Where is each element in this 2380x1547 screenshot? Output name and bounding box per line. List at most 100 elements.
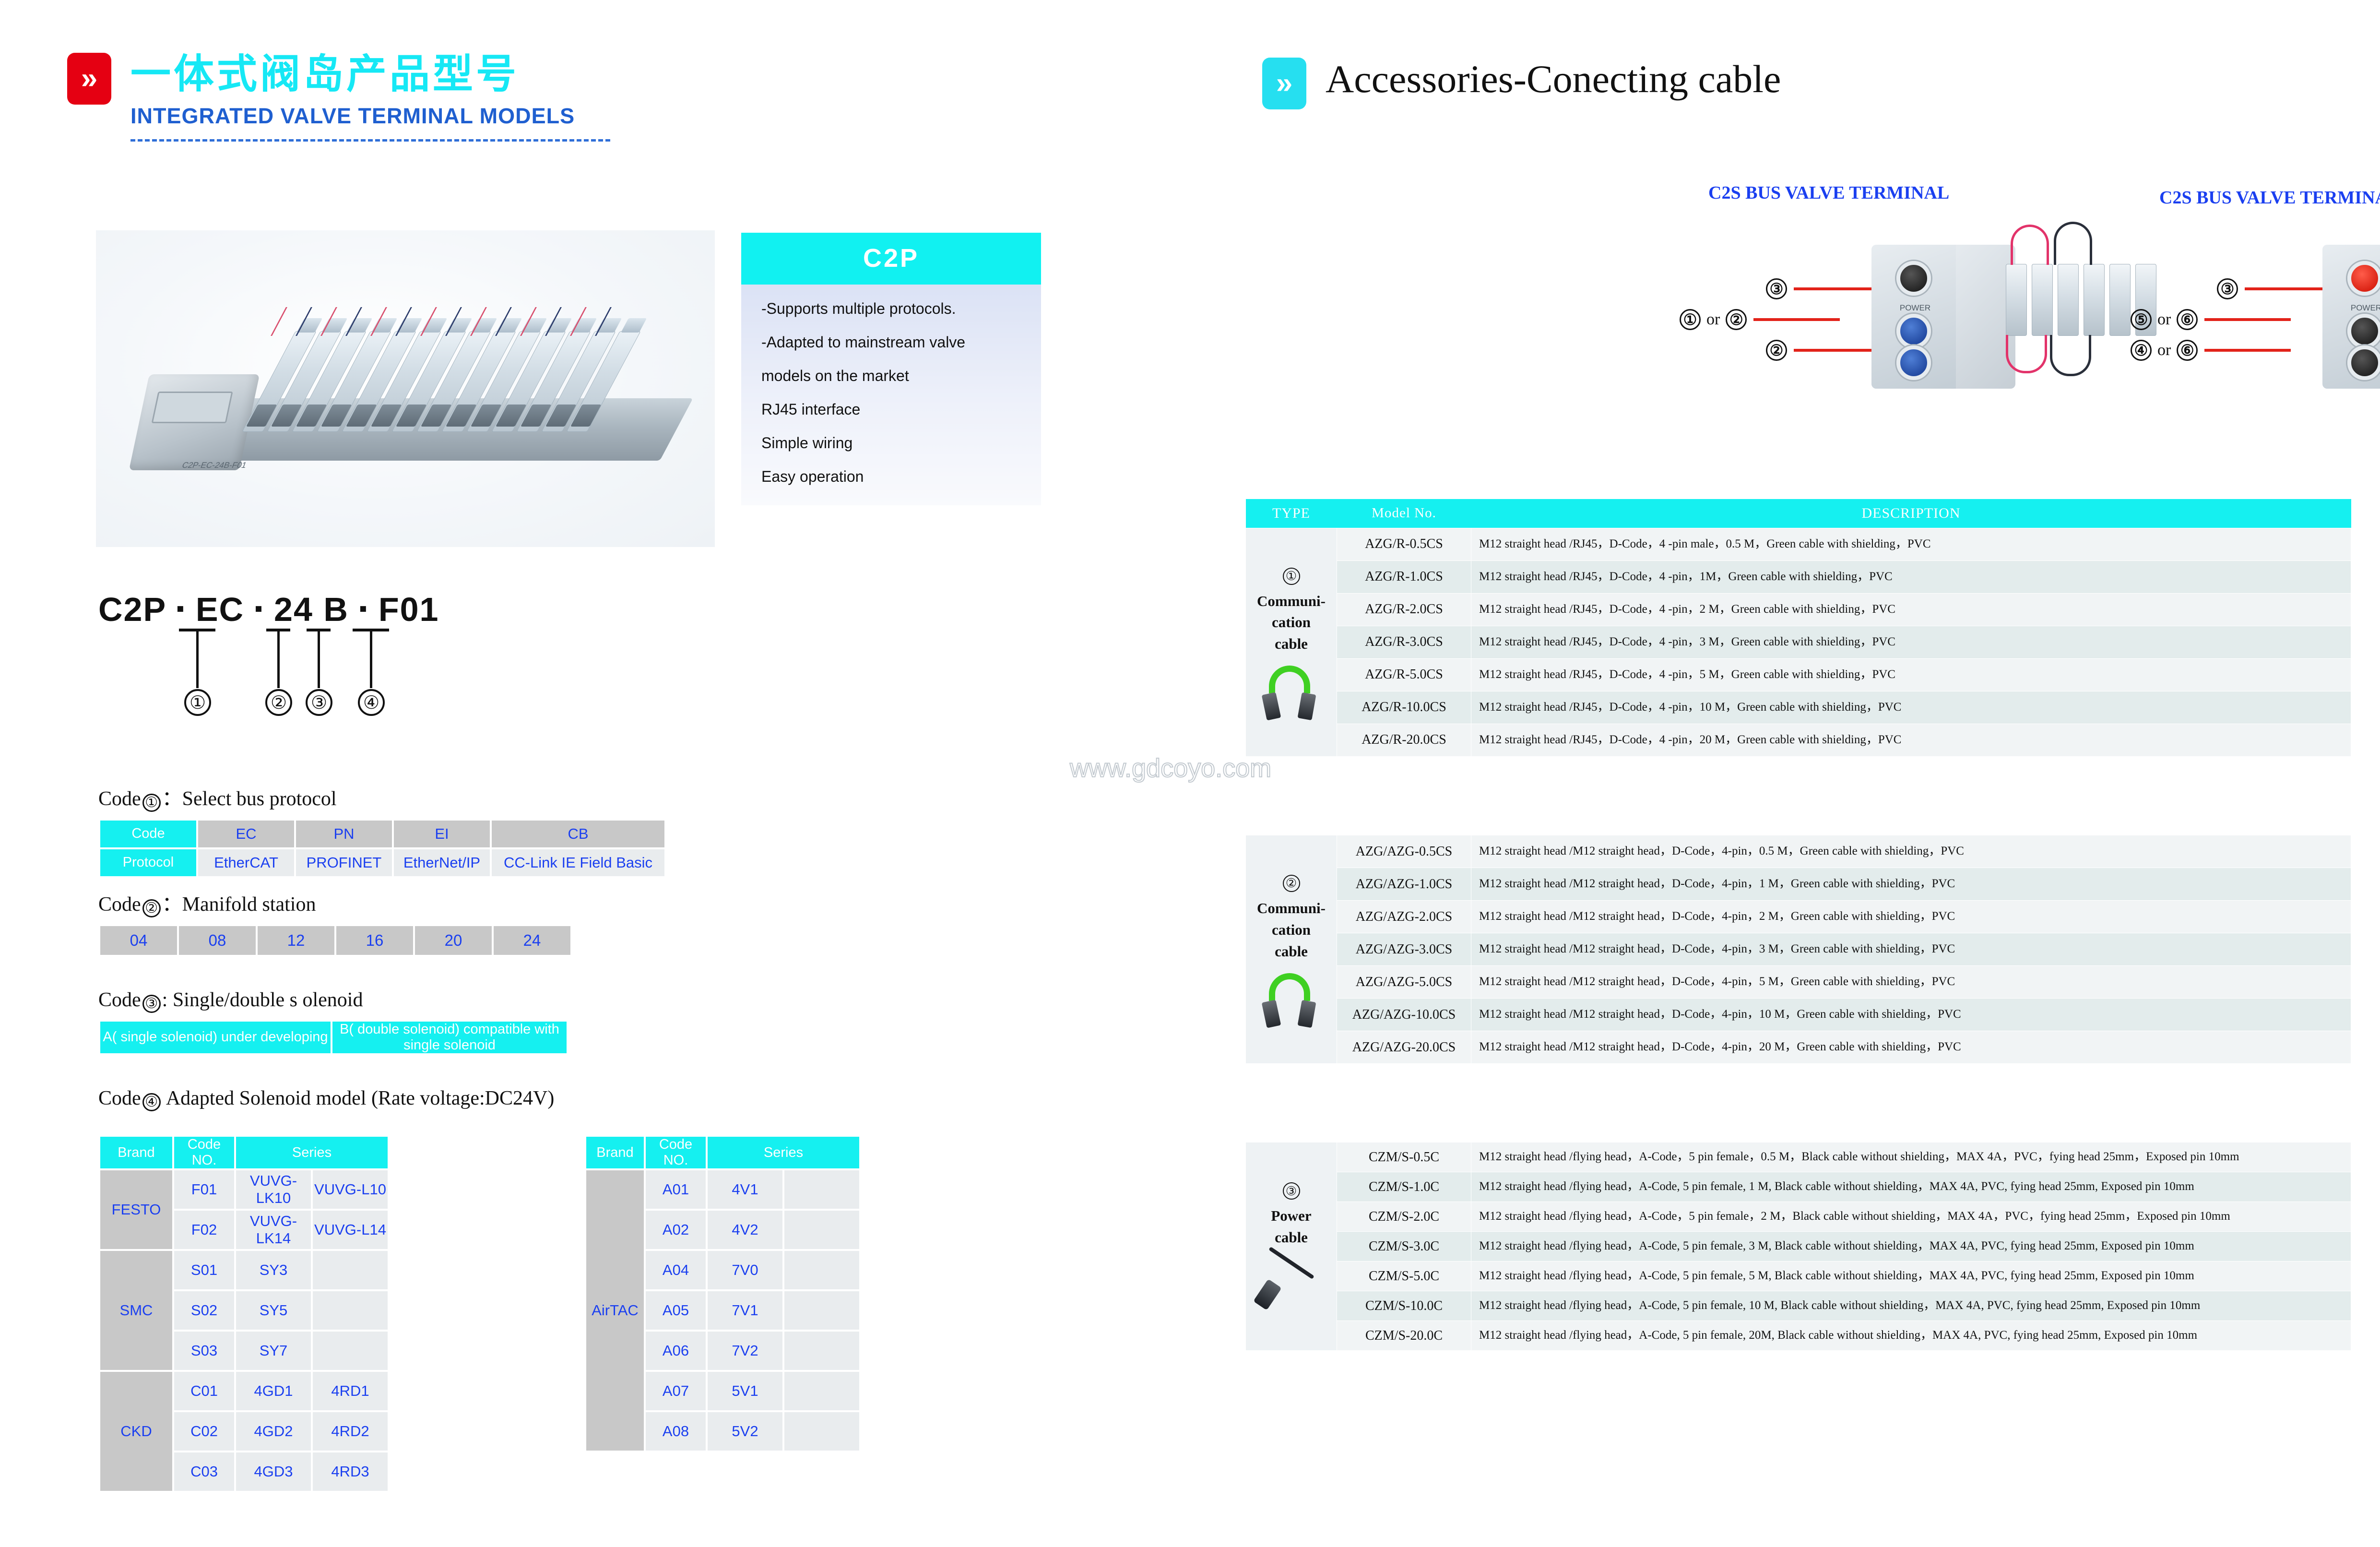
code1-title-number: ① <box>142 793 161 812</box>
callout-label: ⑥ <box>2177 309 2198 330</box>
model-separator: ▪ <box>254 596 264 621</box>
type-name-line: cation <box>1272 614 1311 631</box>
brand-cell: SMC <box>100 1251 172 1370</box>
model-no-cell: CZM/S-3.0C <box>1337 1231 1471 1261</box>
series-cell: SY7 <box>236 1332 311 1370</box>
callout-leader-line <box>2204 318 2291 321</box>
power-port <box>1896 261 1931 296</box>
code4-title: Code ④ Adapted Solenoid model (Rate volta… <box>98 1087 554 1111</box>
series-cell: 4GD2 <box>236 1412 311 1451</box>
type-name-line: Communi- <box>1257 592 1326 609</box>
code3-title-suffix: : Single/double s olenoid <box>162 989 363 1011</box>
bus-terminal-photo: POWER IN <box>1871 245 2015 389</box>
table-row: CZM/S-1.0C M12 straight head /flying hea… <box>1246 1172 2351 1202</box>
diagram-right-callouts: ③ ⑤ or ⑥ ④ or ⑥ <box>2131 274 2331 366</box>
code-no-cell: A08 <box>646 1412 706 1451</box>
col-header-description: DESCRIPTION <box>1471 499 2351 528</box>
code4-title-suffix: Adapted Solenoid model (Rate voltage:DC2… <box>162 1087 555 1109</box>
table-row: AZG/AZG-3.0CS M12 straight head /M12 str… <box>1246 933 2351 966</box>
type-name-line: cation <box>1272 921 1311 938</box>
series-cell-empty <box>784 1170 859 1209</box>
diagram-left-caption: C2S BUS VALVE TERMINAL <box>1708 183 1950 203</box>
table-row: CZM/S-5.0C M12 straight head /flying hea… <box>1246 1261 2351 1291</box>
code-no-cell: C03 <box>174 1452 234 1491</box>
table-row: Protocol EtherCAT PROFINET EtherNet/IP C… <box>100 849 664 876</box>
series-cell-empty <box>784 1251 859 1289</box>
code2-value: 20 <box>415 926 492 955</box>
spec-feature: -Supports multiple protocols. <box>761 300 956 317</box>
series-cell: 4V1 <box>708 1170 782 1209</box>
model-no-cell: CZM/S-1.0C <box>1337 1172 1471 1202</box>
brand-cell: AirTAC <box>586 1170 644 1451</box>
power-port <box>2347 261 2380 296</box>
code1-protocol: CC-Link IE Field Basic <box>492 849 664 876</box>
description-cell: M12 straight head /RJ45，D-Code，4 -pin，10… <box>1471 690 2351 724</box>
model-no-cell: AZG/R-10.0CS <box>1337 690 1471 724</box>
callout-power: ③ <box>1680 274 1880 304</box>
description-cell: M12 straight head /RJ45，D-Code，4 -pin，5 … <box>1471 658 2351 691</box>
header-divider <box>130 139 610 142</box>
marker-1: ① <box>179 629 215 716</box>
series-cell: 4RD1 <box>313 1372 388 1410</box>
col-header-model-no: Model No. <box>1337 499 1471 528</box>
series-cell: 4RD3 <box>313 1452 388 1491</box>
type-number: ③ <box>1282 1182 1300 1200</box>
code2-section: Code ② ：Manifold station 04 08 12 16 20 24 <box>98 888 572 957</box>
code3-title: Code ③: Single/double s olenoid <box>98 988 568 1013</box>
right-header-texts: Accessories-Conecting cable <box>1326 57 1781 101</box>
col-header-series: Series <box>708 1137 859 1168</box>
spec-card-features: -Supports multiple protocols. -Adapted t… <box>741 285 1041 505</box>
model-no-cell: AZG/AZG-3.0CS <box>1337 933 1471 966</box>
model-no-cell: AZG/R-20.0CS <box>1337 723 1471 757</box>
table-row: ② Communi- cation cable AZG/AZG-0.5CS M1… <box>1245 835 2351 1064</box>
table-row: AirTAC A01 4V1 <box>586 1170 859 1451</box>
series-cell: VUVG-L10 <box>313 1170 388 1209</box>
callout-leader-line <box>2245 287 2331 290</box>
model-no-cell: AZG/R-3.0CS <box>1337 625 1471 659</box>
code3-section: Code ③: Single/double s olenoid A( single… <box>98 988 568 1055</box>
green-cable-thumb <box>1255 970 1327 1028</box>
code1-protocol: PROFINET <box>296 849 392 876</box>
valve-manifold-illustration: C2P-EC-24B-F01 <box>125 302 696 494</box>
connection-cable <box>2050 335 2091 376</box>
series-cell-empty <box>784 1412 859 1451</box>
bus-terminal-photo: POWER IN <box>2322 245 2380 389</box>
type-name-line: cable <box>1275 942 1308 960</box>
col-header-type: TYPE <box>1245 499 1337 528</box>
manifold-printed-label: C2P-EC-24B-F01 <box>180 461 248 470</box>
callout-label: ② <box>1766 340 1787 361</box>
type-cell-group2: ② Communi- cation cable <box>1245 835 1337 1064</box>
double-chevron-icon: » <box>67 53 111 105</box>
model-no-cell: CZM/S-20.0C <box>1337 1321 1471 1351</box>
code3-title-number: ③ <box>142 994 161 1013</box>
model-separator: ▪ <box>176 596 186 621</box>
code-no-cell: A07 <box>646 1372 706 1410</box>
marker-3: ③ <box>306 629 332 716</box>
site-watermark: www.gdcoyo.com <box>1069 753 1272 783</box>
description-cell: M12 straight head /flying head，A-Code, 5… <box>1471 1321 2351 1351</box>
code-no-cell: A01 <box>646 1170 706 1209</box>
description-cell: M12 straight head /flying head，A-Code，5 … <box>1471 1202 2351 1232</box>
series-cell-empty <box>784 1291 859 1330</box>
table-row: AZG/R-1.0CS M12 straight head /RJ45，D-Co… <box>1246 560 2351 594</box>
code2-title-suffix: ：Manifold station <box>162 893 316 916</box>
table-row: AZG/R-2.0CS M12 straight head /RJ45，D-Co… <box>1246 593 2351 626</box>
model-part-station: 24 B <box>274 591 349 628</box>
callout-leader-line <box>1794 349 1880 352</box>
description-cell: M12 straight head /RJ45，D-Code，4 -pin，20… <box>1471 723 2351 757</box>
description-cell: M12 straight head /M12 straight head，D-C… <box>1471 933 2351 966</box>
power-port-label: POWER <box>1899 303 1931 312</box>
code1-title: Code ① ：Select bus protocol <box>98 782 666 812</box>
model-no-cell: AZG/AZG-0.5CS <box>1337 835 1471 868</box>
description-cell: M12 straight head /M12 straight head，D-C… <box>1471 965 2351 999</box>
left-header-texts: 一体式阀岛产品型号 INTEGRATED VALVE TERMINAL MODE… <box>130 53 610 142</box>
model-no-cell: AZG/R-5.0CS <box>1337 658 1471 691</box>
series-cell-empty <box>313 1291 388 1330</box>
model-no-cell: CZM/S-0.5C <box>1337 1142 1471 1172</box>
marker-label: ④ <box>358 689 385 716</box>
description-cell: M12 straight head /flying head，A-Code, 5… <box>1471 1261 2351 1291</box>
marker-label: ① <box>184 689 211 716</box>
code-no-cell: A06 <box>646 1332 706 1370</box>
code-no-cell: C01 <box>174 1372 234 1410</box>
series-cell: SY5 <box>236 1291 311 1330</box>
